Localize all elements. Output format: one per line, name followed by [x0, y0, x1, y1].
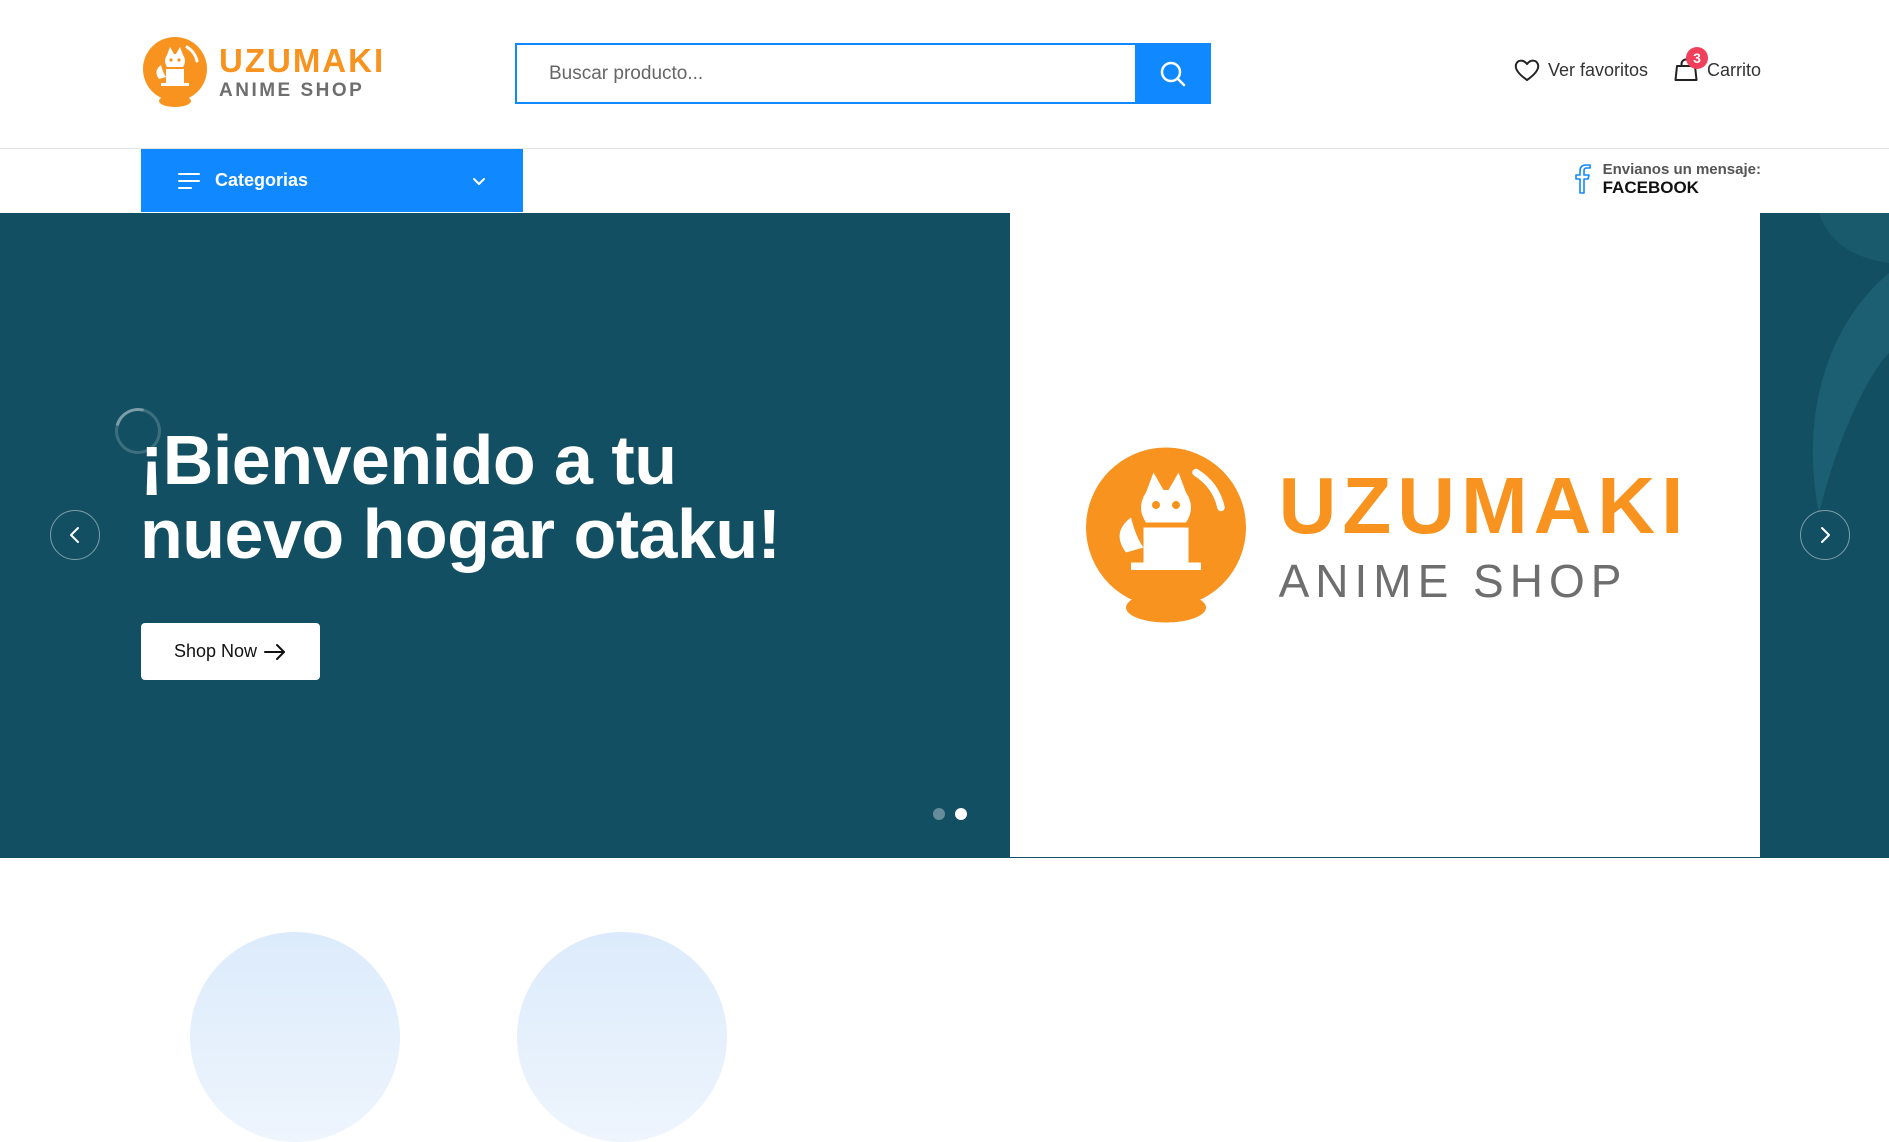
fox-globe-logo-icon — [143, 37, 207, 107]
hero-logo-name: UZUMAKI — [1278, 461, 1690, 550]
chevron-right-icon — [1821, 527, 1830, 543]
fox-globe-logo-icon — [1085, 447, 1246, 623]
favorites-label: Ver favoritos — [1547, 59, 1648, 80]
hero-logo-subtitle: ANIME SHOP — [1278, 555, 1628, 607]
site-logo[interactable]: UZUMAKI ANIME SHOP — [141, 35, 385, 109]
chevron-left-icon — [70, 527, 79, 543]
facebook-icon — [1574, 164, 1591, 195]
categories-label: Categorias — [215, 170, 309, 190]
slider-prev-button[interactable] — [50, 510, 100, 560]
search-bar — [515, 43, 1211, 104]
hero-slider: ¡Bienvenido a tu nuevo hogar otaku! Shop… — [0, 213, 1889, 858]
contact-channel: FACEBOOK — [1602, 178, 1699, 198]
search-input[interactable] — [515, 43, 1135, 104]
hero-image: UZUMAKI ANIME SHOP — [1010, 213, 1760, 857]
slider-dot-2[interactable] — [955, 808, 967, 820]
shop-now-button[interactable]: Shop Now — [141, 623, 320, 680]
slider-next-button[interactable] — [1800, 510, 1850, 560]
slider-dots — [933, 808, 967, 820]
chevron-down-icon — [473, 177, 485, 185]
site-header: UZUMAKI ANIME SHOP Ver favoritos — [0, 0, 1889, 149]
contact-caption: Envianos un mensaje: — [1602, 161, 1761, 178]
search-button[interactable] — [1135, 43, 1211, 104]
facebook-contact[interactable]: Envianos un mensaje: FACEBOOK — [1573, 161, 1761, 198]
slider-dot-1[interactable] — [933, 808, 945, 820]
cart-link[interactable]: 3 Carrito — [1672, 47, 1761, 84]
favorites-link[interactable]: Ver favoritos — [1513, 56, 1648, 84]
arrow-right-icon — [264, 643, 286, 660]
shop-now-label: Shop Now — [173, 641, 258, 661]
heart-icon — [1514, 59, 1540, 81]
nav-bar: Categorias Envianos un mensaje: FACEBOOK — [0, 149, 1889, 212]
cart-label: Carrito — [1706, 59, 1761, 80]
hero-title: ¡Bienvenido a tu nuevo hogar otaku! — [140, 421, 781, 573]
cart-count-badge: 3 — [1685, 47, 1708, 69]
categories-dropdown[interactable]: Categorias — [141, 149, 523, 212]
category-circle[interactable] — [190, 932, 400, 1142]
search-icon — [1160, 61, 1186, 86]
logo-subtitle: ANIME SHOP — [219, 80, 365, 101]
hero-logo: UZUMAKI ANIME SHOP — [1081, 442, 1690, 628]
logo-name: UZUMAKI — [219, 42, 386, 79]
category-circle[interactable] — [517, 932, 727, 1142]
menu-lines-icon — [178, 172, 200, 189]
header-actions: Ver favoritos 3 Carrito — [1513, 47, 1761, 84]
